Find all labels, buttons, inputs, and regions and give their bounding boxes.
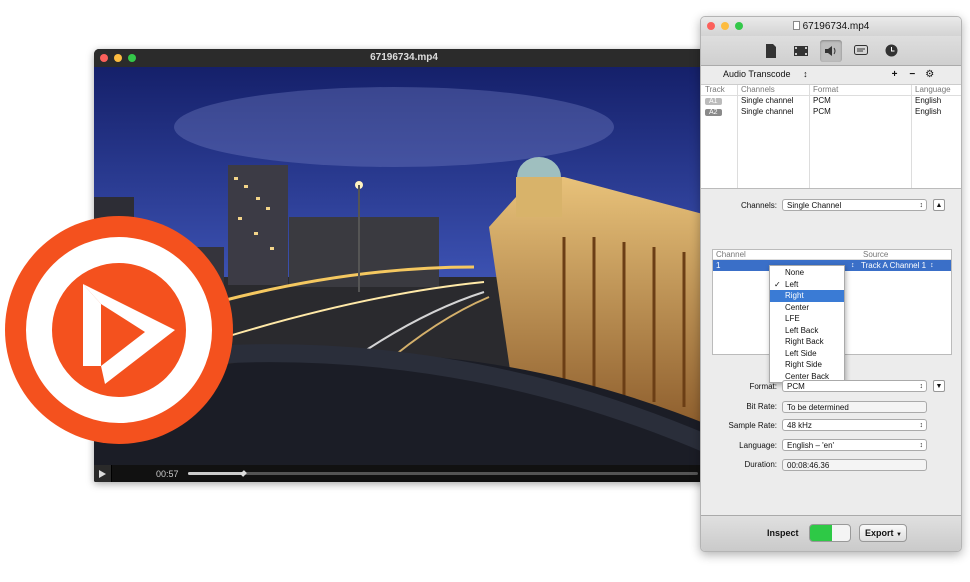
inspector-toolbar (701, 36, 961, 66)
audio-icon (825, 45, 836, 56)
tab-video[interactable] (790, 40, 812, 62)
language-label: Language: (739, 441, 777, 450)
clock-icon (885, 44, 897, 57)
export-button[interactable]: Export ▼ (859, 524, 907, 542)
duration-field: 00:08:46.36 (782, 459, 927, 471)
collapse-button[interactable]: ▲ (933, 199, 945, 211)
file-icon (792, 21, 800, 30)
channel-dropdown-menu: None ✓ Left Right Center LFE Left Back Right Ba… (769, 265, 845, 383)
play-icon (99, 469, 106, 478)
minimize-button[interactable] (721, 22, 729, 30)
checkmark-icon: ✓ (774, 279, 781, 289)
samplerate-select[interactable]: 48 kHz ↕ (782, 419, 927, 431)
tab-subtitles[interactable] (850, 40, 872, 62)
samplerate-label: Sample Rate: (728, 421, 777, 430)
bitrate-label: Bit Rate: (746, 402, 777, 411)
inspect-label: Inspect (767, 528, 799, 538)
channels-label: Channels: (740, 201, 777, 210)
table-row[interactable]: A1 Single channel PCM English (701, 96, 961, 107)
zoom-button[interactable] (735, 22, 743, 30)
add-button[interactable]: + (892, 69, 898, 80)
menu-item-right-back[interactable]: Right Back (770, 336, 844, 348)
menu-item-left-side[interactable]: Left Side (770, 348, 844, 360)
inspector-titlebar: 67196734.mp4 (701, 17, 961, 36)
menu-item-left-back[interactable]: Left Back (770, 325, 844, 337)
format-options-button[interactable]: ▼ (933, 380, 945, 392)
tab-document[interactable] (760, 40, 782, 62)
close-button[interactable] (707, 22, 715, 30)
close-button[interactable] (100, 54, 108, 62)
remove-button[interactable]: − (909, 69, 915, 80)
tab-audio[interactable] (820, 39, 842, 62)
transcode-popup[interactable]: Audio Transcode ↕ (723, 69, 808, 79)
inspector-title: 67196734.mp4 (802, 21, 870, 32)
app-logo (5, 216, 233, 444)
language-select[interactable]: English – 'en' ↕ (782, 439, 927, 451)
player-title: 67196734.mp4 (370, 52, 438, 63)
inspector-window: 67196734.mp4 Audio Transcode ↕ + − ⚙ Tra… (700, 16, 962, 552)
menu-item-none[interactable]: None (770, 267, 844, 279)
menu-item-left[interactable]: ✓ Left (770, 279, 844, 291)
bottom-bar: Inspect Export ▼ (701, 515, 961, 551)
inspect-toggle[interactable] (809, 524, 851, 542)
player-titlebar: 67196734.mp4 (94, 49, 714, 67)
bitrate-field: To be determined (782, 401, 927, 413)
play-button[interactable] (94, 465, 112, 482)
format-label: Format: (749, 382, 777, 391)
film-icon (794, 45, 808, 56)
subtitle-icon (854, 44, 868, 55)
menu-item-right-side[interactable]: Right Side (770, 359, 844, 371)
scrubber-knob[interactable] (240, 470, 247, 477)
track-table: Track Channels Format Language A1 Single cha… (701, 84, 961, 189)
duration-label: Duration: (744, 460, 777, 469)
player-controls: 00:57 (94, 465, 714, 482)
scrubber[interactable] (188, 470, 698, 477)
menu-item-lfe[interactable]: LFE (770, 313, 844, 325)
tab-timecode[interactable] (880, 40, 902, 62)
gear-icon[interactable]: ⚙ (925, 69, 934, 80)
table-row[interactable]: A2 Single channel PCM English (701, 107, 961, 118)
current-time: 00:57 (156, 468, 179, 479)
zoom-button[interactable] (128, 54, 136, 62)
menu-item-right[interactable]: Right (770, 290, 844, 302)
transcode-row: Audio Transcode ↕ + − ⚙ (701, 66, 961, 82)
menu-item-center[interactable]: Center (770, 302, 844, 314)
channels-select[interactable]: Single Channel ↕ (782, 199, 927, 211)
format-select[interactable]: PCM ↕ (782, 380, 927, 392)
document-icon (766, 43, 776, 58)
minimize-button[interactable] (114, 54, 122, 62)
